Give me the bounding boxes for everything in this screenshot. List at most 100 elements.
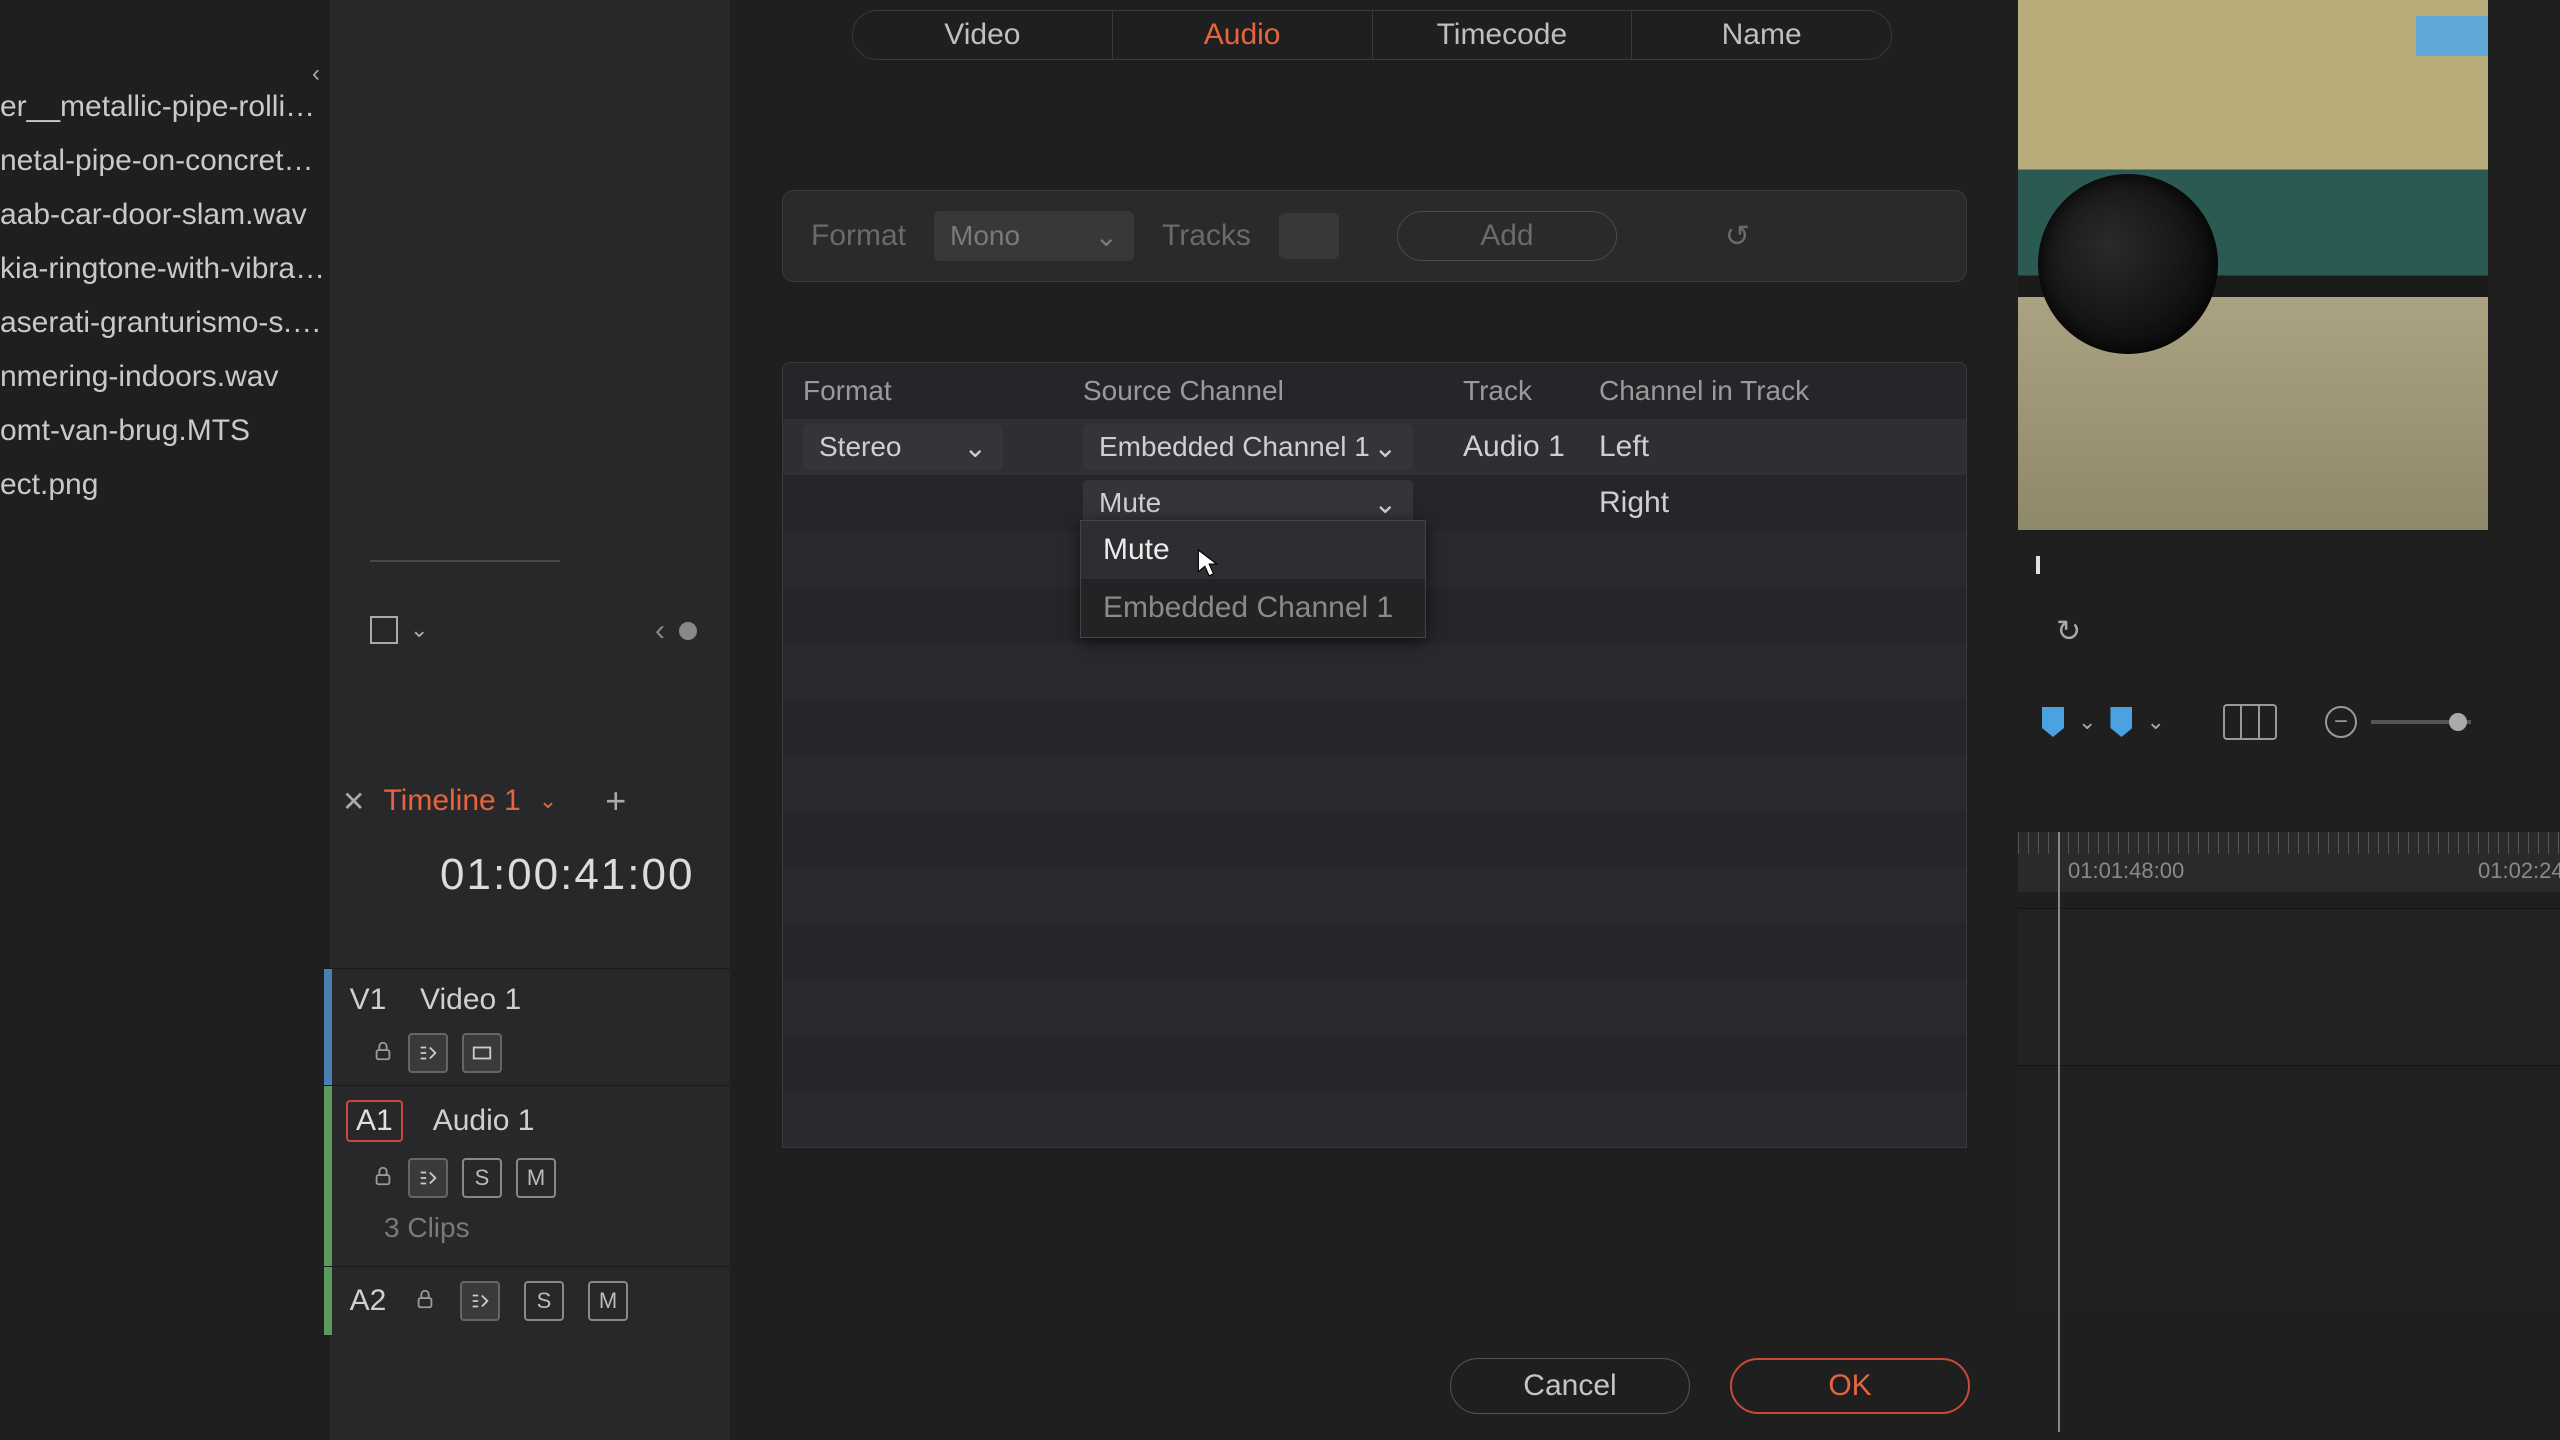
tab-timecode[interactable]: Timecode [1373,11,1633,59]
file-item[interactable]: aab-car-door-slam.wav [0,188,330,242]
auto-select-icon[interactable] [460,1281,500,1321]
dialog-tabs: Video Audio Timecode Name [852,10,1892,60]
file-item[interactable]: netal-pipe-on-concrete.wav [0,134,330,188]
auto-select-icon[interactable] [408,1158,448,1198]
loop-icon[interactable]: ↻ [2056,614,2081,649]
timecode-display[interactable]: 01:00:41:00 [440,850,694,900]
lock-icon[interactable] [414,1288,436,1315]
chevron-down-icon[interactable]: ⌄ [2078,709,2096,735]
file-item[interactable]: aserati-granturismo-s.wav [0,296,330,350]
auto-select-icon[interactable] [408,1033,448,1073]
reset-icon[interactable]: ↺ [1725,219,1750,254]
format-select[interactable]: Stereo ⌄ [803,424,1003,470]
track-id[interactable]: V1 [346,983,390,1017]
ruler-ticks [2018,832,2560,854]
solo-button[interactable]: S [524,1281,564,1321]
page-dot[interactable] [679,622,697,640]
chevron-left-icon[interactable]: ‹ [312,60,320,88]
format-bar: Format Mono ⌄ Tracks Add ↺ [782,190,1967,282]
format-value: Mono [950,220,1020,252]
zoom-out-icon[interactable]: − [2325,706,2357,738]
source-channel-dropdown: Mute Embedded Channel 1 [1080,520,1426,638]
track-id[interactable]: A2 [346,1284,390,1318]
track-id-dest[interactable]: A1 [346,1100,403,1142]
channel-table: Format Source Channel Track Channel in T… [782,362,1967,1148]
track-enable-strip[interactable] [324,1267,332,1335]
track-v1[interactable]: V1 Video 1 [324,968,730,1085]
mute-button[interactable]: M [588,1281,628,1321]
select-value: Stereo [819,431,902,463]
table-row[interactable]: Stereo ⌄ Embedded Channel 1 ⌄ Audio 1 Le… [783,419,1966,475]
playhead-marker[interactable] [2036,556,2040,574]
timeline-ruler[interactable]: 01:01:48:00 01:02:24 [2018,832,2560,892]
col-source: Source Channel [1083,375,1463,407]
track-enable-strip[interactable] [324,1086,332,1266]
format-label: Format [811,219,906,253]
col-cit: Channel in Track [1599,375,1946,407]
track-value: Audio 1 [1463,430,1565,463]
chevron-down-icon[interactable]: ⌄ [410,617,428,643]
table-row-empty [783,1091,1966,1147]
timeline-title[interactable]: Timeline 1 [383,784,520,818]
track-name[interactable]: Video 1 [420,983,521,1017]
crop-tool-icon[interactable] [370,616,398,644]
chevron-down-icon: ⌄ [964,431,987,464]
select-value: Embedded Channel 1 [1099,431,1370,463]
add-timeline-button[interactable]: + [605,780,626,822]
table-row-empty [783,923,1966,979]
chevron-down-icon: ⌄ [1374,487,1397,520]
col-track: Track [1463,375,1599,407]
table-row-empty [783,699,1966,755]
dropdown-option-mute[interactable]: Mute [1081,521,1425,579]
file-item[interactable]: nmering-indoors.wav [0,350,330,404]
file-item[interactable]: kia-ringtone-with-vibratio… [0,242,330,296]
viewer-preview[interactable] [2018,0,2488,530]
flag-icon[interactable] [2110,707,2132,737]
track-name[interactable]: Audio 1 [433,1104,535,1138]
playhead-line[interactable] [2058,832,2060,1432]
close-icon[interactable]: ✕ [342,785,365,818]
tool-row: ⌄ [370,610,470,650]
divider [370,560,560,562]
table-row-empty [783,867,1966,923]
layout-button[interactable] [2223,704,2277,740]
tab-video[interactable]: Video [853,11,1113,59]
clips-count: 3 Clips [346,1202,716,1258]
file-item[interactable]: ect.png [0,458,330,512]
viewer-panel: ↻ ⌄ ⌄ − 01:01:48:00 01:02:24 [2018,0,2560,1440]
marker-icon[interactable] [2042,707,2064,737]
tab-name[interactable]: Name [1632,11,1891,59]
cit-value: Right [1599,486,1669,519]
timeline-lane-audio[interactable] [2018,1066,2560,1310]
add-button[interactable]: Add [1397,211,1617,261]
lock-icon[interactable] [372,1040,394,1067]
cancel-button[interactable]: Cancel [1450,1358,1690,1414]
nav-row: ‹ [655,614,697,648]
file-list: er__metallic-pipe-rolling-o… netal-pipe-… [0,0,330,512]
file-item[interactable]: er__metallic-pipe-rolling-o… [0,80,330,134]
table-row-empty [783,979,1966,1035]
chevron-down-icon[interactable]: ⌄ [2146,709,2164,735]
table-row-empty [783,811,1966,867]
slider-knob[interactable] [2449,713,2467,731]
track-a2[interactable]: A2 S M [324,1266,730,1335]
timeline-lane-video[interactable] [2018,908,2560,1066]
thumbnail-icon[interactable] [462,1033,502,1073]
ok-button[interactable]: OK [1730,1358,1970,1414]
mute-button[interactable]: M [516,1158,556,1198]
chevron-down-icon[interactable]: ⌄ [539,788,557,814]
lock-icon[interactable] [372,1165,394,1192]
zoom-slider[interactable] [2371,720,2471,724]
format-select[interactable]: Mono ⌄ [934,211,1134,261]
chevron-down-icon: ⌄ [1374,431,1397,464]
select-value: Mute [1099,487,1161,519]
tab-audio[interactable]: Audio [1113,11,1373,59]
source-channel-select[interactable]: Embedded Channel 1 ⌄ [1083,424,1413,470]
solo-button[interactable]: S [462,1158,502,1198]
file-item[interactable]: omt-van-brug.MTS [0,404,330,458]
track-enable-strip[interactable] [324,969,332,1085]
chevron-left-icon[interactable]: ‹ [655,614,665,648]
tracks-input[interactable] [1279,213,1339,259]
track-a1[interactable]: A1 Audio 1 S M 3 Clips [324,1085,730,1266]
dropdown-option-embedded1[interactable]: Embedded Channel 1 [1081,579,1425,637]
